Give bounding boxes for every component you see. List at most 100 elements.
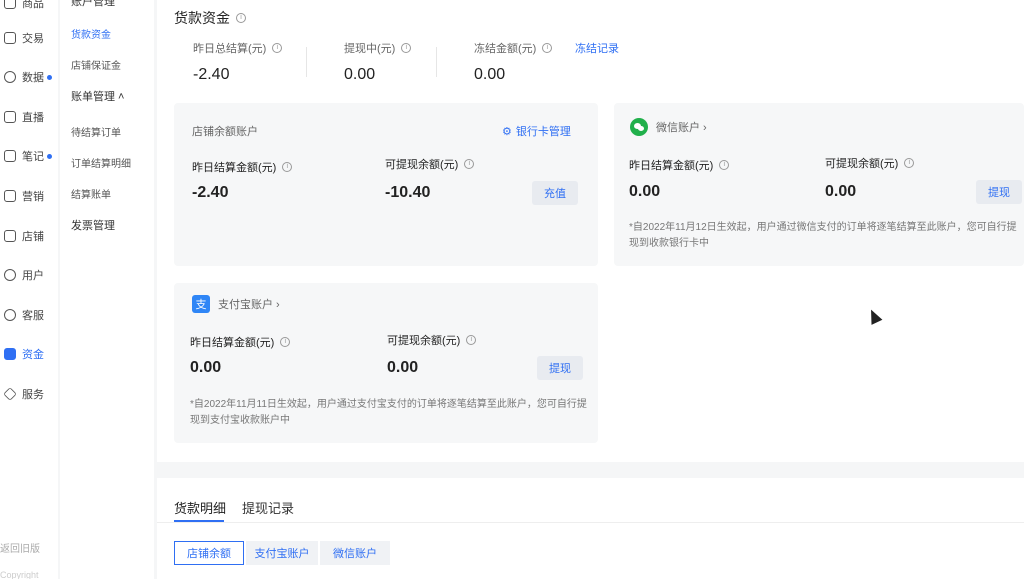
diamond-icon (3, 387, 17, 401)
info-icon[interactable]: i (464, 159, 475, 169)
yesterday-settle-label: 昨日结算金额(元) i (629, 157, 730, 173)
back-to-old-link[interactable]: 返回旧版 (0, 540, 40, 555)
summary-withdrawing: 提现中(元) i 0.00 (344, 40, 412, 84)
info-icon[interactable]: i (282, 162, 293, 172)
withdrawable-label-text: 可提现余额(元) (385, 159, 459, 171)
yesterday-settle-label-text: 昨日结算金额(元) (629, 160, 714, 172)
yesterday-settle-label: 昨日结算金额(元) i (192, 159, 293, 175)
nav-item-notes[interactable]: 笔记 (0, 146, 58, 166)
new-dot (47, 153, 52, 159)
trade-icon (4, 32, 16, 44)
page-title: 货款资金 i (174, 8, 246, 28)
yesterday-settle-label-text: 昨日结算金额(元) (190, 337, 275, 349)
chart-icon (4, 71, 16, 83)
user-icon (4, 269, 16, 281)
summary-label: 提现中(元) (344, 43, 396, 55)
wechat-icon (630, 118, 648, 136)
nav-item-live[interactable]: 直播 (0, 107, 58, 127)
info-icon[interactable]: i (542, 43, 553, 53)
nav-item-label: 营销 (22, 191, 44, 203)
nav-item-label: 资金 (22, 349, 44, 361)
nav2-item-settlement-detail[interactable]: 订单结算明细 (71, 155, 131, 170)
recharge-button[interactable]: 充值 (532, 181, 578, 205)
withdrawable-value: 0.00 (387, 359, 419, 376)
details-panel: 货款明细 提现记录 店铺余额 支付宝账户 微信账户 (157, 478, 1024, 579)
summary-value: -2.40 (193, 66, 230, 83)
nav-item-label: 店铺 (22, 231, 44, 243)
nav2-item-invoice[interactable]: 发票管理 (71, 217, 115, 233)
tab-divider (157, 522, 1024, 523)
new-dot (47, 74, 52, 80)
alipay-account-link[interactable]: 支 支付宝账户 › (192, 295, 280, 313)
nav2-item-settlement-bill[interactable]: 结算账单 (71, 186, 111, 201)
withdrawable-value: -10.40 (385, 184, 431, 201)
withdrawable-label: 可提现余额(元) i (385, 156, 475, 172)
withdrawable-value: 0.00 (825, 183, 857, 200)
nav-item-store[interactable]: 店铺 (0, 226, 58, 246)
summary-yesterday: 昨日总结算(元) i -2.40 (193, 40, 283, 84)
nav-item-label: 客服 (22, 310, 44, 322)
nav-item-service-chat[interactable]: 客服 (0, 305, 58, 325)
nav2-item-deposit[interactable]: 店铺保证金 (71, 57, 121, 72)
summary-label: 昨日总结算(元) (193, 43, 267, 55)
yesterday-settle-value: 0.00 (629, 183, 661, 200)
page-title-text: 货款资金 (174, 10, 230, 26)
nav2-header: 账户管理 (71, 0, 115, 8)
nav-item-marketing[interactable]: 营销 (0, 186, 58, 206)
info-icon[interactable]: i (719, 160, 730, 170)
alipay-withdraw-button[interactable]: 提现 (537, 356, 583, 380)
nav-item-services[interactable]: 服务 (0, 384, 58, 404)
store-balance-card: 店铺余额账户 ⚙ 银行卡管理 昨日结算金额(元) i -2.40 可提现余额(元) i… (174, 103, 598, 266)
wechat-withdraw-button[interactable]: 提现 (976, 180, 1022, 204)
info-icon[interactable]: i (236, 13, 246, 23)
wechat-account-link[interactable]: 微信账户 › (630, 118, 707, 136)
alipay-account-card: 支 支付宝账户 › 昨日结算金额(元) i 0.00 可提现余额(元) i 0.00… (174, 283, 598, 443)
nav-item-users[interactable]: 用户 (0, 265, 58, 285)
withdrawable-label: 可提现余额(元) i (825, 155, 915, 171)
nav-item-label: 数据 (22, 72, 44, 84)
nav2-group-bills[interactable]: 账单管理 ˄ (71, 88, 124, 104)
yesterday-settle-value: 0.00 (190, 359, 222, 376)
live-icon (4, 111, 16, 123)
nav-item-goods[interactable]: 商品 (0, 0, 58, 13)
info-icon[interactable]: i (466, 335, 477, 345)
nav-item-trade[interactable]: 交易 (0, 28, 58, 48)
yesterday-settle-label-text: 昨日结算金额(元) (192, 162, 277, 174)
info-icon[interactable]: i (280, 337, 291, 347)
segment-store-balance[interactable]: 店铺余额 (174, 541, 244, 565)
tab-withdraw-records[interactable]: 提现记录 (242, 498, 294, 517)
info-icon[interactable]: i (904, 158, 915, 168)
bank-card-manage-link[interactable]: ⚙ 银行卡管理 (502, 123, 571, 139)
gear-icon: ⚙ (502, 125, 512, 138)
summary-frozen: 冻结金额(元) i 0.00 (474, 40, 553, 84)
chat-icon (4, 309, 16, 321)
segment-alipay[interactable]: 支付宝账户 (246, 541, 318, 565)
nav2-item-pending-orders[interactable]: 待结算订单 (71, 124, 121, 139)
wechat-account-title: 微信账户 › (656, 122, 707, 134)
yesterday-settle-value: -2.40 (192, 184, 229, 201)
copyright: Copyright (0, 570, 39, 579)
info-icon[interactable]: i (401, 43, 412, 53)
divider (306, 47, 307, 77)
alipay-note: *自2022年11月11日生效起，用户通过支付宝支付的订单将逐笔结算至此账户，您… (190, 399, 587, 426)
tab-payment-details[interactable]: 货款明细 (174, 498, 226, 517)
nav2-item-payment-funds[interactable]: 货款资金 (71, 26, 111, 41)
nav-item-funds[interactable]: 资金 (0, 344, 58, 364)
nav-item-label: 直播 (22, 112, 44, 124)
withdrawable-label-text: 可提现余额(元) (387, 335, 461, 347)
nav-item-data[interactable]: 数据 (0, 67, 58, 87)
bank-card-manage-label: 银行卡管理 (515, 126, 571, 138)
main-panel: 货款资金 i 昨日总结算(元) i -2.40 提现中(元) i 0.00 冻结金额… (157, 0, 1024, 462)
segment-wechat[interactable]: 微信账户 (320, 541, 390, 565)
nav-item-label: 用户 (22, 270, 44, 282)
nav-item-label: 服务 (22, 389, 44, 401)
info-icon[interactable]: i (272, 43, 283, 53)
alipay-icon: 支 (192, 295, 210, 313)
megaphone-icon (4, 190, 16, 202)
goods-icon (4, 0, 16, 9)
alipay-account-title: 支付宝账户 › (218, 299, 280, 311)
nav-item-label: 商品 (22, 0, 44, 10)
primary-nav: 商品 交易 数据 直播 笔记 营销 店铺 用户 客服 资金 服务 返回旧版 Co… (0, 0, 58, 579)
summary-value: 0.00 (474, 66, 506, 83)
freeze-record-link[interactable]: 冻结记录 (575, 40, 619, 56)
